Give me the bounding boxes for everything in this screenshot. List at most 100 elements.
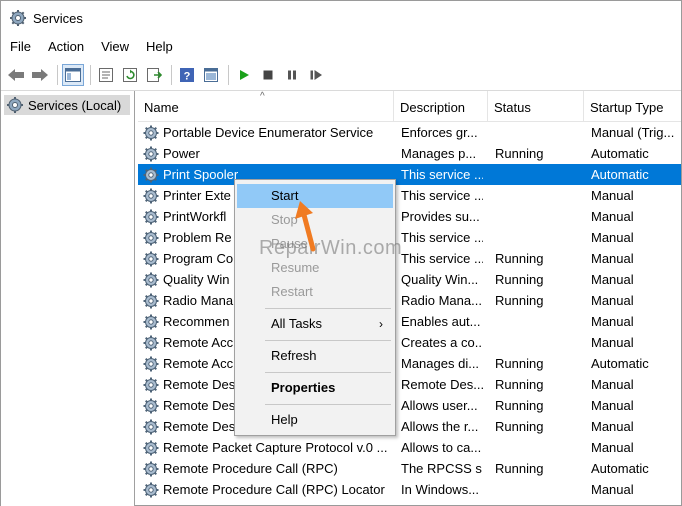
- menu-file[interactable]: File: [1, 36, 39, 58]
- service-description: Allows user...: [401, 398, 478, 413]
- service-description: Quality Win...: [401, 272, 479, 287]
- ctx-resume[interactable]: Resume: [237, 256, 393, 280]
- tree-node-services-local[interactable]: Services (Local): [4, 95, 130, 115]
- service-gear-icon: [142, 229, 160, 247]
- table-row[interactable]: Remote Procedure Call (RPC) The RPCSS s..…: [138, 458, 681, 479]
- service-gear-icon: [142, 439, 160, 457]
- table-row[interactable]: Portable Device Enumerator Service Enforc…: [138, 122, 681, 143]
- service-status: [495, 122, 583, 143]
- table-row[interactable]: Recommen Enables aut... Manual: [138, 311, 681, 332]
- table-row[interactable]: PrintWorkfl Provides su... Manual: [138, 206, 681, 227]
- service-startup-type: Manual: [591, 482, 634, 497]
- service-name: Portable Device Enumerator Service: [163, 125, 374, 140]
- menu-bar: File Action View Help: [1, 35, 681, 59]
- service-name: Radio Mana: [163, 293, 234, 308]
- service-startup-type: Manual: [591, 272, 634, 287]
- ctx-refresh[interactable]: Refresh: [237, 344, 393, 368]
- ctx-help[interactable]: Help: [237, 408, 393, 432]
- start-service-icon[interactable]: [233, 64, 255, 86]
- table-row[interactable]: Remote Acc Manages di... Running Automatic: [138, 353, 681, 374]
- table-row[interactable]: Remote Procedure Call (RPC) Locator In Wi…: [138, 479, 681, 500]
- service-gear-icon: [142, 124, 160, 142]
- service-description: Enforces gr...: [401, 125, 478, 140]
- table-row[interactable]: Program Co This service ... Running Manual: [138, 248, 681, 269]
- submenu-chevron-icon: ›: [379, 317, 383, 331]
- service-name: Remote Des: [163, 377, 236, 392]
- ctx-all-tasks[interactable]: All Tasks ›: [237, 312, 393, 336]
- service-status: Running: [495, 356, 544, 371]
- service-gear-icon: [142, 313, 160, 331]
- table-row[interactable]: Radio Mana Radio Mana... Running Manual: [138, 290, 681, 311]
- service-name: Remote Des: [163, 398, 236, 413]
- service-status: Running: [495, 251, 544, 266]
- column-header-name[interactable]: Name: [138, 91, 394, 122]
- table-row[interactable]: Printer Exte This service ... Manual: [138, 185, 681, 206]
- stop-service-icon[interactable]: [257, 64, 279, 86]
- restart-service-icon[interactable]: [305, 64, 327, 86]
- refresh-icon[interactable]: [119, 64, 141, 86]
- services-list: Name ^ Description Status Startup Type P…: [138, 91, 681, 506]
- service-status: [495, 332, 583, 353]
- service-name: Remote Packet Capture Protocol v.0 ...: [163, 440, 388, 455]
- service-name: PrintWorkfl: [163, 209, 227, 224]
- ctx-separator: [265, 404, 391, 405]
- column-header-description[interactable]: Description: [394, 91, 488, 122]
- menu-action[interactable]: Action: [39, 36, 92, 58]
- ctx-separator: [265, 308, 391, 309]
- table-row[interactable]: Remote Acc Creates a co... Manual: [138, 332, 681, 353]
- ctx-properties[interactable]: Properties: [237, 376, 393, 400]
- service-name: Recommen: [163, 314, 230, 329]
- service-gear-icon: [142, 334, 160, 352]
- service-description: The RPCSS s...: [401, 461, 483, 476]
- table-row[interactable]: Power Manages p... Running Automatic: [138, 143, 681, 164]
- column-header-status[interactable]: Status: [488, 91, 584, 122]
- service-name: Print Spooler: [163, 167, 239, 182]
- service-gear-icon: [142, 271, 160, 289]
- service-startup-type: Automatic: [591, 461, 649, 476]
- service-status: [495, 206, 583, 227]
- table-row[interactable]: Remote Des Allows the r... Running Manual: [138, 416, 681, 437]
- service-gear-icon: [142, 292, 160, 310]
- menu-help[interactable]: Help: [137, 36, 181, 58]
- ctx-pause[interactable]: Pause: [237, 232, 393, 256]
- service-description: This service ...: [401, 230, 483, 245]
- service-name: Remote Acc: [163, 356, 234, 371]
- table-row[interactable]: Remote Des Remote Des... Running Manual: [138, 374, 681, 395]
- service-status: [495, 164, 583, 185]
- service-description: Manages di...: [401, 356, 480, 371]
- table-row[interactable]: Print Spooler This service ... Automatic: [138, 164, 681, 185]
- toolbar: ?: [1, 61, 681, 89]
- service-startup-type: Manual: [591, 251, 634, 266]
- ctx-all-tasks-label: All Tasks: [271, 316, 323, 331]
- service-startup-type: Manual: [591, 230, 634, 245]
- column-header-row: Name ^ Description Status Startup Type: [138, 91, 681, 122]
- service-status: Running: [495, 461, 544, 476]
- title-bar: Services: [1, 1, 681, 35]
- table-row[interactable]: Remote Des Allows user... Running Manual: [138, 395, 681, 416]
- service-name: Program Co: [163, 251, 234, 266]
- back-arrow-icon[interactable]: [5, 64, 27, 86]
- service-status: Running: [495, 272, 544, 287]
- column-header-startup-type[interactable]: Startup Type: [584, 91, 681, 122]
- service-name-cell: Portable Device Enumerator Service: [142, 122, 392, 143]
- menu-view[interactable]: View: [92, 36, 137, 58]
- properties-icon[interactable]: [95, 64, 117, 86]
- ctx-restart[interactable]: Restart: [237, 280, 393, 304]
- service-gear-icon: [142, 145, 160, 163]
- ctx-start[interactable]: Start: [237, 184, 393, 208]
- console-icon[interactable]: [200, 64, 222, 86]
- table-row[interactable]: Remote Packet Capture Protocol v.0 ... Al…: [138, 437, 681, 458]
- service-gear-icon: [142, 397, 160, 415]
- service-status: Running: [495, 419, 544, 434]
- ctx-stop[interactable]: Stop: [237, 208, 393, 232]
- help-icon[interactable]: ?: [176, 64, 198, 86]
- export-list-icon[interactable]: [143, 64, 165, 86]
- show-hide-tree-icon[interactable]: [62, 64, 84, 86]
- service-name: Problem Re: [163, 230, 232, 245]
- forward-arrow-icon[interactable]: [29, 64, 51, 86]
- table-row[interactable]: Problem Re This service ... Manual: [138, 227, 681, 248]
- service-description: This service ...: [401, 188, 483, 203]
- table-row[interactable]: Quality Win Quality Win... Running Manual: [138, 269, 681, 290]
- service-startup-type: Manual (Trig...: [591, 125, 675, 140]
- pause-service-icon[interactable]: [281, 64, 303, 86]
